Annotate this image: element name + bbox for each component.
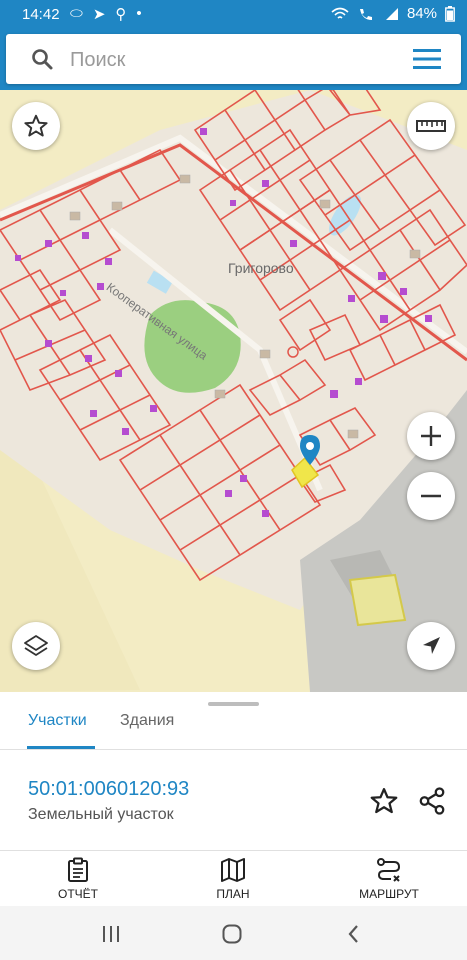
favorite-star-icon[interactable] <box>369 786 399 816</box>
navigation-arrow-icon <box>423 637 440 654</box>
status-bar: 14:42 ⬭ ➤ ⚲ • 84% <box>0 0 467 30</box>
battery-icon <box>445 5 455 22</box>
battery-level: 84% <box>406 5 437 22</box>
nav-report[interactable]: ОТЧЁТ <box>52 857 104 901</box>
minus-icon <box>421 494 441 498</box>
parcel-type: Земельный участок <box>28 806 174 823</box>
search-bar-container: Поиск <box>0 30 467 90</box>
favorites-button[interactable] <box>12 102 60 150</box>
nav-plan[interactable]: ПЛАН <box>207 857 259 901</box>
signal-icon <box>385 7 398 20</box>
volte-call-icon <box>359 8 372 20</box>
map-icon <box>221 858 245 882</box>
status-time: 14:42 <box>22 6 60 23</box>
panel-tabs: Участки Здания <box>0 706 467 750</box>
nav-report-label: ОТЧЁТ <box>57 887 98 901</box>
star-icon <box>24 114 48 137</box>
dot-icon: • <box>136 5 142 22</box>
tab-buildings[interactable]: Здания <box>120 712 174 730</box>
system-status-icons: 84% <box>331 5 455 22</box>
telegram-icon: ➤ <box>92 6 106 23</box>
home-icon[interactable] <box>220 922 244 946</box>
report-icon <box>68 857 88 882</box>
hamburger-menu-icon[interactable] <box>413 48 441 70</box>
search-notification-icon: ⚲ <box>115 6 127 23</box>
share-icon[interactable] <box>417 786 447 816</box>
sync-icon: ⬭ <box>70 5 83 22</box>
route-icon <box>377 858 401 882</box>
layers-icon <box>24 635 48 656</box>
notification-icons: ⬭ ➤ ⚲ • <box>70 5 142 23</box>
app-screen: 14:42 ⬭ ➤ ⚲ • 84% Поиск Кооперативная ул… <box>0 0 467 960</box>
my-location-button[interactable] <box>407 622 455 670</box>
nav-plan-label: ПЛАН <box>216 887 250 901</box>
recent-apps-icon[interactable] <box>99 922 123 946</box>
tab-parcels[interactable]: Участки <box>28 712 87 730</box>
ruler-icon <box>416 120 446 132</box>
nav-route-label: МАРШРУТ <box>359 887 419 901</box>
cadastral-map[interactable]: Кооперативная улица Григорово <box>0 90 467 692</box>
ruler-button[interactable] <box>407 102 455 150</box>
system-navigation-bar <box>0 906 467 960</box>
bottom-navigation: ОТЧЁТ ПЛАН МАРШРУТ <box>0 851 467 905</box>
plus-icon <box>421 426 441 446</box>
active-tab-indicator <box>27 746 95 749</box>
nav-route[interactable]: МАРШРУТ <box>352 857 426 901</box>
search-icon[interactable] <box>30 47 54 71</box>
zoom-out-button[interactable] <box>407 472 455 520</box>
zoom-in-button[interactable] <box>407 412 455 460</box>
search-bar[interactable]: Поиск <box>6 34 461 84</box>
back-icon[interactable] <box>342 922 366 946</box>
wifi-icon <box>331 7 349 19</box>
search-input[interactable]: Поиск <box>70 49 125 72</box>
layers-button[interactable] <box>12 622 60 670</box>
place-label: Григорово <box>228 260 294 276</box>
map-canvas[interactable] <box>0 90 467 692</box>
parcel-cadastral-number[interactable]: 50:01:0060120:93 <box>28 778 189 801</box>
